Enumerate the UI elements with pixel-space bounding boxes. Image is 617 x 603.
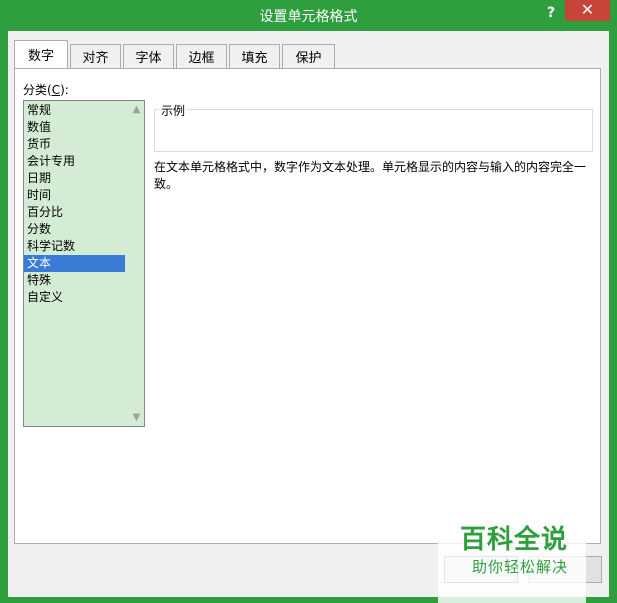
category-item[interactable]: 数值: [24, 119, 125, 136]
tab-protection[interactable]: 保护: [282, 44, 335, 68]
format-description: 在文本单元格格式中，数字作为文本处理。单元格显示的内容与输入的内容完全一致。: [154, 160, 587, 191]
tab-fill[interactable]: 填充: [229, 44, 280, 68]
title-bar[interactable]: 设置单元格格式 ? ✕: [0, 0, 617, 30]
sample-legend: 示例: [159, 102, 188, 119]
tab-alignment[interactable]: 对齐: [70, 44, 121, 68]
category-item[interactable]: 日期: [24, 170, 125, 187]
tab-number[interactable]: 数字: [14, 40, 68, 68]
watermark-overlay: 百科全说 助你轻松解决: [438, 511, 586, 603]
tab-border[interactable]: 边框: [176, 44, 227, 68]
watermark-subtitle: 助你轻松解决: [472, 558, 569, 576]
tab-font[interactable]: 字体: [123, 44, 174, 68]
scroll-down-arrow-icon[interactable]: ▼: [128, 409, 145, 426]
category-label: 分类(C):: [23, 83, 69, 97]
category-item[interactable]: 文本: [24, 255, 125, 272]
category-item[interactable]: 时间: [24, 187, 125, 204]
category-list: 常规 数值 货币 会计专用 日期 时间 百分比 分数 科学记数 文本 特殊 自定义: [24, 102, 125, 306]
help-button[interactable]: ?: [538, 2, 564, 24]
format-cells-dialog: 设置单元格格式 ? ✕ 数字 对齐 字体 边框 填充 保护 分类(C): 常规数…: [0, 0, 617, 603]
watermark-title: 百科全说: [460, 525, 569, 555]
category-item[interactable]: 科学记数: [24, 238, 125, 255]
category-item[interactable]: 自定义: [24, 289, 125, 306]
tab-strip: 数字 对齐 字体 边框 填充 保护: [14, 40, 337, 68]
category-listbox[interactable]: 常规 数值 货币 会计专用 日期 时间 百分比 分数 科学记数 文本 特殊 自定义 ▲ ▼: [23, 100, 145, 427]
category-scrollbar[interactable]: ▲ ▼: [127, 101, 144, 426]
category-item[interactable]: 分数: [24, 221, 125, 238]
close-button[interactable]: ✕: [565, 0, 610, 21]
scroll-up-arrow-icon[interactable]: ▲: [128, 101, 145, 118]
category-item[interactable]: 会计专用: [24, 153, 125, 170]
category-item[interactable]: 常规: [24, 102, 125, 119]
sample-group: 示例: [154, 102, 593, 152]
dialog-title: 设置单元格格式: [259, 9, 358, 25]
category-item[interactable]: 百分比: [24, 204, 125, 221]
number-tab-panel: 分类(C): 常规 数值 货币 会计专用 日期 时间 百分比 分数 科学记数 文本 特殊 自定义 ▲ …: [14, 68, 601, 544]
category-item[interactable]: 货币: [24, 136, 125, 153]
dialog-body: 数字 对齐 字体 边框 填充 保护 分类(C): 常规 数值 货币 会计专用 日期 时间百…: [8, 31, 609, 603]
category-item[interactable]: 特殊: [24, 272, 125, 289]
